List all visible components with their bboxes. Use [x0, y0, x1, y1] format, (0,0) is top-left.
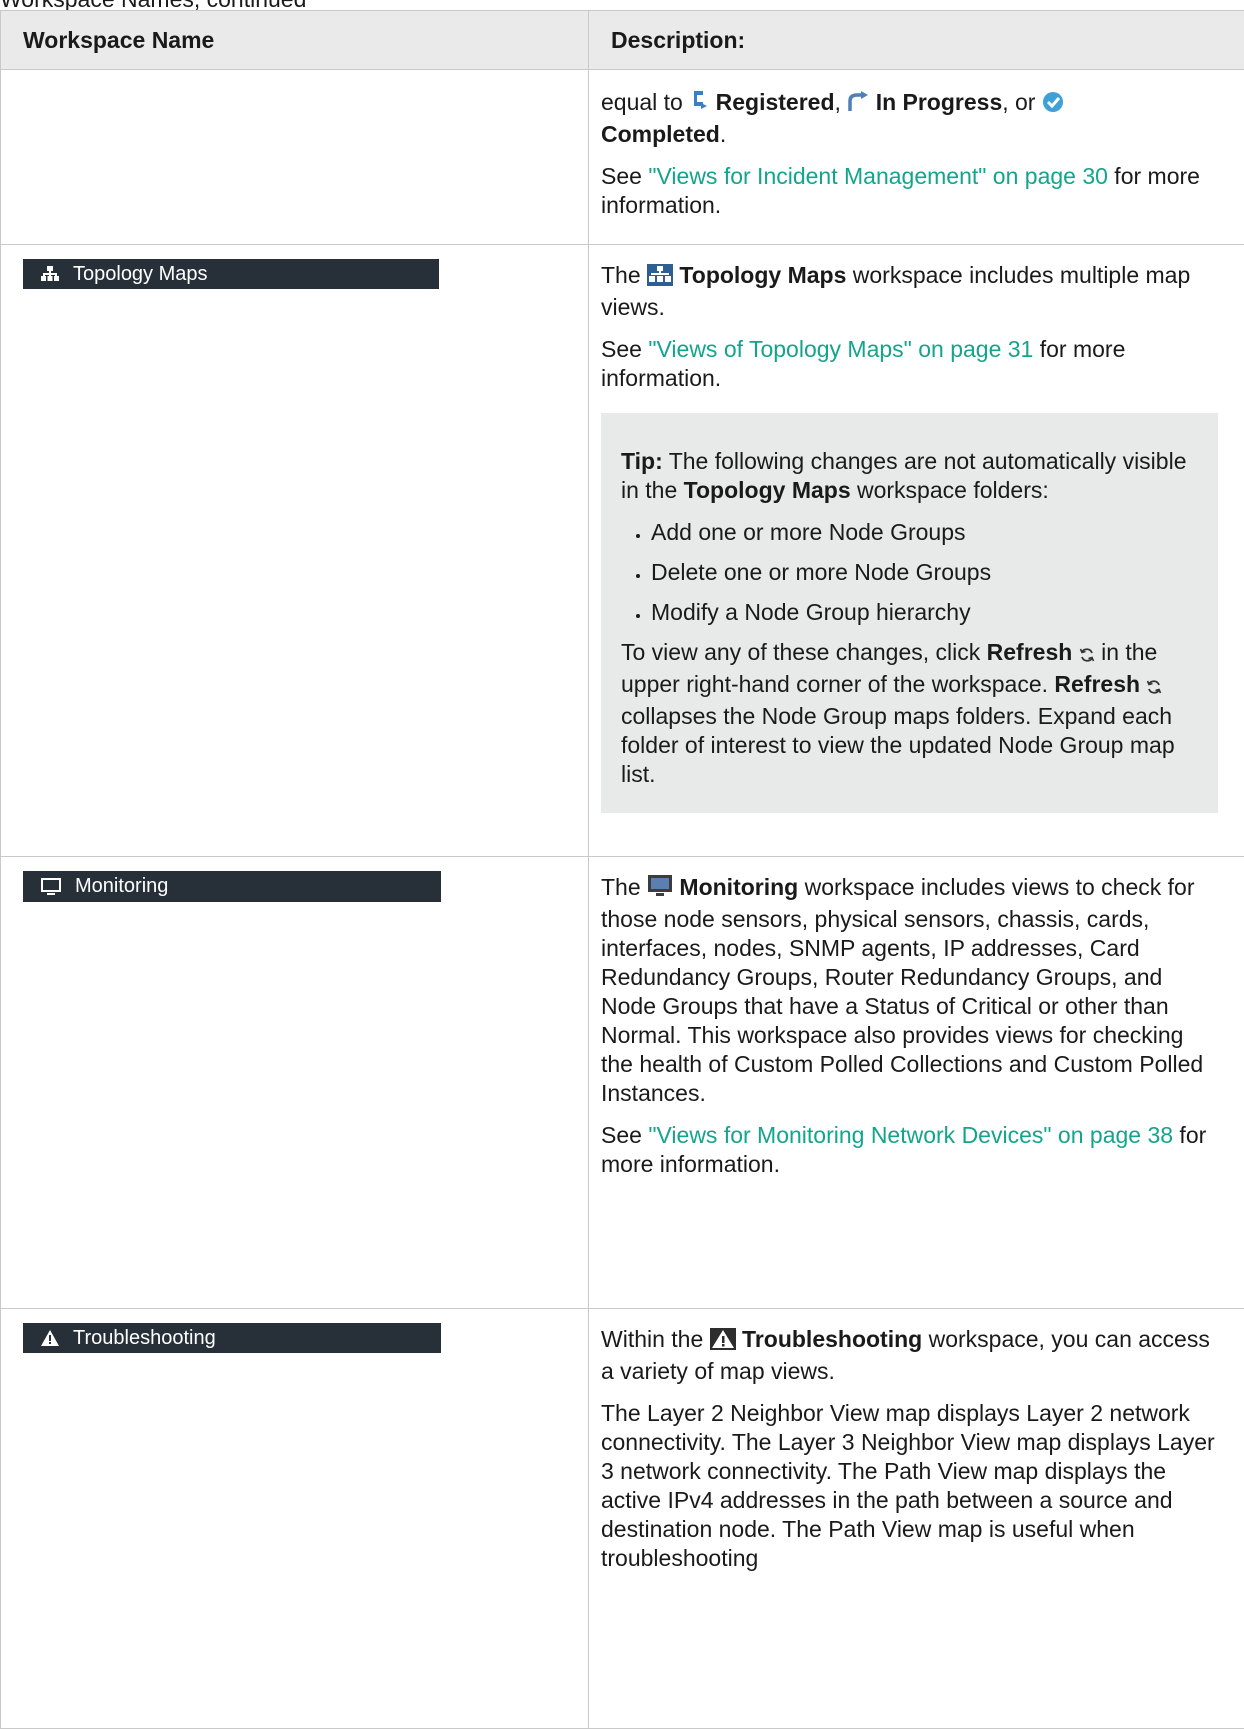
- troubleshooting-label: Troubleshooting: [73, 1327, 216, 1350]
- see-text: See: [601, 1122, 648, 1148]
- continued-heading: Workspace Names, continued: [0, 0, 360, 10]
- tip-p2-c: collapses the Node Group maps folders. E…: [621, 703, 1175, 787]
- header-workspace-name: Workspace Name: [1, 11, 589, 70]
- troubleshooting-p2: The Layer 2 Neighbor View map displays L…: [601, 1399, 1218, 1573]
- link-views-incident-management[interactable]: "Views for Incident Management" on page …: [648, 163, 1108, 189]
- refresh-icon: [1146, 673, 1162, 702]
- refresh-icon: [1079, 641, 1095, 670]
- in-progress-icon: [847, 91, 869, 120]
- name-cell-monitoring: Monitoring: [1, 857, 589, 1309]
- see-text: See: [601, 163, 648, 189]
- within-text: Within the: [601, 1326, 703, 1352]
- tip-topology-maps: Topology Maps: [684, 477, 851, 503]
- name-cell-troubleshooting: Troubleshooting: [1, 1309, 589, 1729]
- completed-icon: [1042, 91, 1064, 120]
- link-views-monitoring[interactable]: "Views for Monitoring Network Devices" o…: [648, 1122, 1173, 1148]
- topology-maps-button[interactable]: Topology Maps: [23, 259, 439, 289]
- tip-intro-end: workspace folders:: [851, 477, 1049, 503]
- tip-box: Tip: The following changes are not autom…: [601, 413, 1218, 813]
- tip-label: Tip:: [621, 448, 663, 474]
- desc-cell-incident: equal to Registered, In Progress, or Com…: [589, 70, 1244, 245]
- topology-icon: [41, 266, 59, 282]
- name-cell-empty: [1, 70, 589, 245]
- name-cell-topology: Topology Maps: [1, 245, 589, 857]
- the-text: The: [601, 874, 641, 900]
- monitor-icon-inline: [647, 874, 673, 905]
- registered-icon: [689, 89, 709, 120]
- list-item: Add one or more Node Groups: [651, 518, 1198, 547]
- table-row-topology: Topology Maps The Topology Maps workspac…: [1, 245, 1244, 857]
- header-description: Description:: [589, 11, 1244, 70]
- topology-maps-name: Topology Maps: [679, 262, 846, 288]
- topology-icon-inline: [647, 264, 673, 293]
- completed-label: Completed: [601, 121, 720, 147]
- monitor-icon: [41, 878, 61, 896]
- workspace-table: Workspace Name Description: equal to Reg…: [0, 10, 1244, 1729]
- monitoring-desc: workspace includes views to check for th…: [601, 874, 1203, 1106]
- the-text: The: [601, 262, 641, 288]
- refresh-label: Refresh: [987, 639, 1073, 665]
- table-header-row: Workspace Name Description:: [1, 11, 1244, 70]
- registered-label: Registered: [716, 89, 835, 115]
- table-row-monitoring: Monitoring The Monitoring workspace incl…: [1, 857, 1244, 1309]
- in-progress-label: In Progress: [876, 89, 1003, 115]
- table-row-incident: equal to Registered, In Progress, or Com…: [1, 70, 1244, 245]
- warning-icon: [41, 1330, 59, 1346]
- monitoring-name: Monitoring: [679, 874, 798, 900]
- desc-cell-monitoring: The Monitoring workspace includes views …: [589, 857, 1244, 1309]
- warning-icon-inline: [710, 1328, 736, 1357]
- see-text: See: [601, 336, 648, 362]
- desc-cell-troubleshooting: Within the Troubleshooting workspace, yo…: [589, 1309, 1244, 1729]
- topology-maps-label: Topology Maps: [73, 263, 208, 286]
- troubleshooting-name: Troubleshooting: [742, 1326, 922, 1352]
- list-item: Delete one or more Node Groups: [651, 558, 1198, 587]
- desc-cell-topology: The Topology Maps workspace includes mul…: [589, 245, 1244, 857]
- monitoring-label: Monitoring: [75, 875, 168, 898]
- monitoring-button[interactable]: Monitoring: [23, 871, 441, 902]
- or-text: , or: [1002, 89, 1035, 115]
- comma-1: ,: [835, 89, 848, 115]
- equal-to-text: equal to: [601, 89, 683, 115]
- refresh-label-2: Refresh: [1054, 671, 1140, 697]
- link-views-topology-maps[interactable]: "Views of Topology Maps" on page 31: [648, 336, 1033, 362]
- troubleshooting-button[interactable]: Troubleshooting: [23, 1323, 441, 1353]
- table-row-troubleshooting: Troubleshooting Within the Troubleshooti…: [1, 1309, 1244, 1729]
- tip-list: Add one or more Node Groups Delete one o…: [621, 518, 1198, 627]
- period: .: [720, 121, 726, 147]
- tip-p2-a: To view any of these changes, click: [621, 639, 987, 665]
- list-item: Modify a Node Group hierarchy: [651, 598, 1198, 627]
